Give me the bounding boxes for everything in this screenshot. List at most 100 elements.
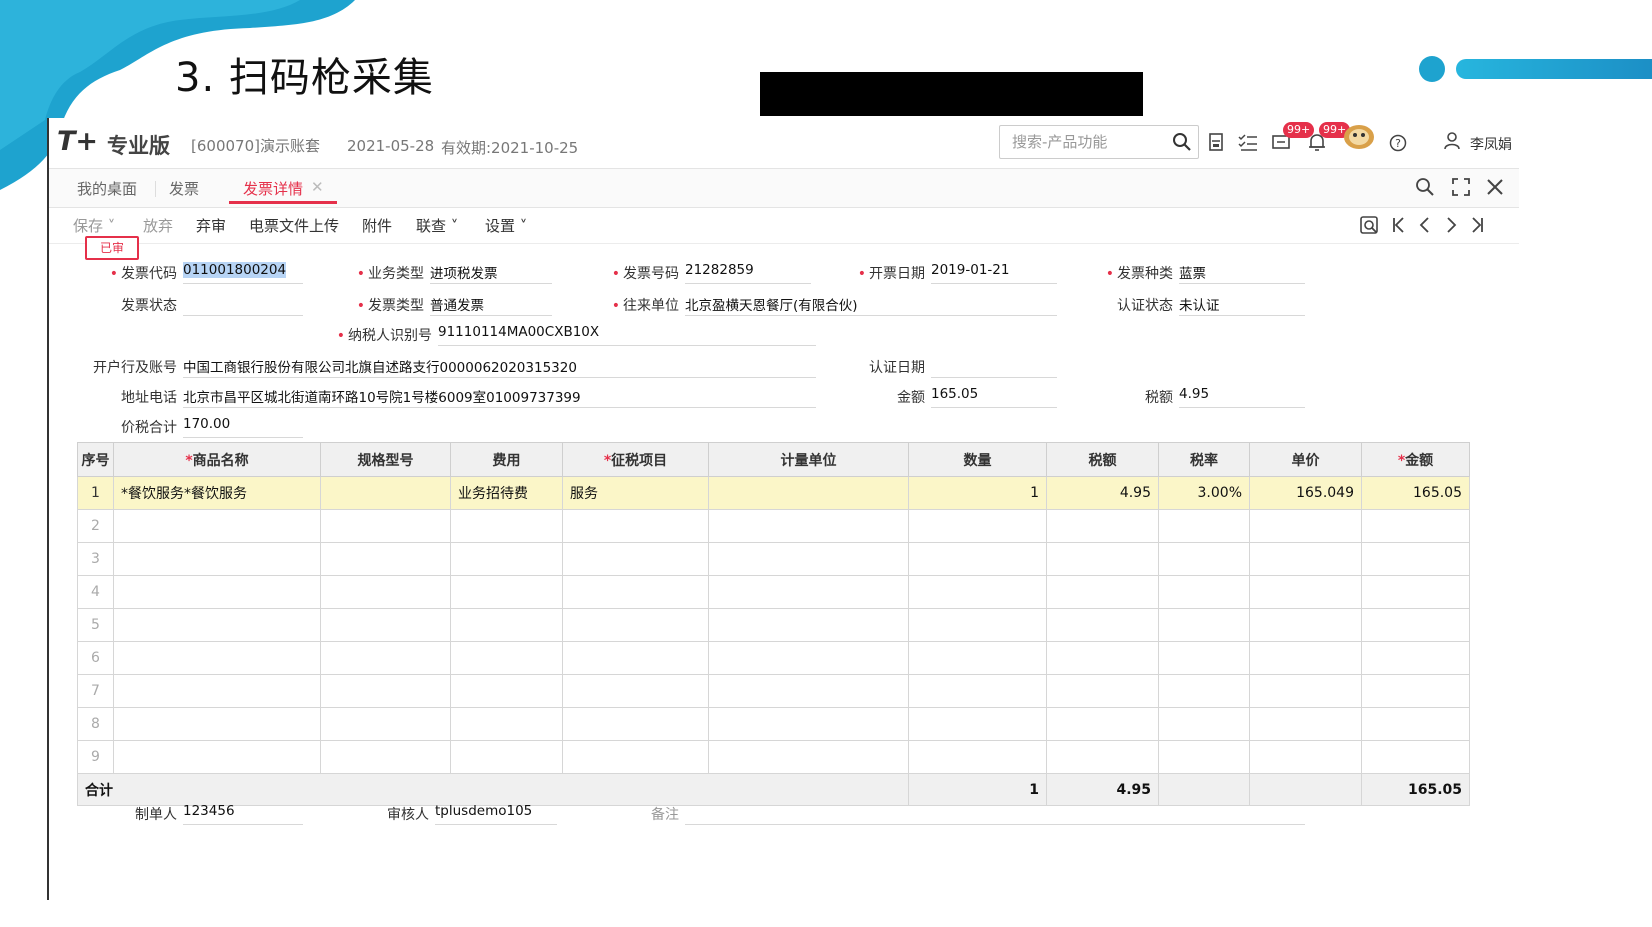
cert-status-field[interactable]: 认证状态 未认证 — [1117, 292, 1305, 316]
column-header-rate[interactable]: 税率 — [1158, 442, 1250, 477]
fullscreen-icon[interactable] — [1451, 177, 1471, 201]
close-icon[interactable] — [1485, 177, 1505, 201]
invoice-code-value: 011001800204 — [183, 262, 287, 278]
settings-button[interactable]: 设置 ˅ — [485, 215, 527, 236]
first-record-icon[interactable] — [1391, 215, 1407, 239]
tplus-logo: T+ — [57, 126, 99, 157]
table-row[interactable]: 8 — [77, 707, 1470, 741]
table-row[interactable]: 3 — [77, 542, 1470, 576]
invoice-lines-table: 序号 *商品名称 规格型号 费用 *征税项目 计量单位 数量 税额 税率 单价 … — [77, 442, 1470, 806]
taxpayer-id-field[interactable]: • 纳税人识别号 91110114MA00CXB10X — [337, 322, 816, 346]
column-header-spec[interactable]: 规格型号 — [320, 442, 451, 477]
upload-einvoice-button[interactable]: 电票文件上传 — [249, 215, 339, 236]
cell-spec[interactable] — [320, 476, 451, 510]
row-index: 4 — [77, 575, 114, 609]
issue-date-field[interactable]: • 开票日期 2019-01-21 — [858, 260, 1057, 284]
tab-invoice-detail[interactable]: 发票详情 — [243, 178, 303, 199]
cell-tax[interactable]: 4.95 — [1046, 476, 1159, 510]
tax-amount-field[interactable]: 税额 4.95 — [1145, 384, 1305, 408]
abandon-button[interactable]: 放弃 — [143, 215, 173, 236]
last-record-icon[interactable] — [1469, 215, 1485, 239]
audited-stamp: 已审 — [85, 236, 139, 260]
column-header-name[interactable]: *商品名称 — [113, 442, 321, 477]
row-index: 3 — [77, 542, 114, 576]
slide-title: 3. 扫码枪采集 — [175, 55, 434, 101]
active-tab-indicator — [229, 201, 337, 204]
user-name[interactable]: 李凤娟 — [1470, 134, 1512, 154]
table-row[interactable]: 1 *餐饮服务*餐饮服务 业务招待费 服务 1 4.95 3.00% 165.0… — [77, 476, 1470, 510]
table-row[interactable]: 7 — [77, 674, 1470, 708]
page-search-icon[interactable] — [1415, 177, 1435, 201]
chevron-down-icon: ˅ — [446, 217, 459, 235]
user-icon[interactable] — [1442, 130, 1462, 154]
column-header-price[interactable]: 单价 — [1249, 442, 1362, 477]
total-with-tax-field[interactable]: 价税合计 170.00 — [121, 414, 303, 438]
column-header-unit[interactable]: 计量单位 — [708, 442, 909, 477]
bank-account-field[interactable]: 开户行及账号 中国工商银行股份有限公司北旗自述路支行00000620203153… — [93, 354, 816, 378]
previous-record-icon[interactable] — [1417, 215, 1433, 239]
cell-rate[interactable]: 3.00% — [1158, 476, 1250, 510]
amount-field[interactable]: 金额 165.05 — [897, 384, 1057, 408]
total-amount: 165.05 — [1361, 773, 1470, 806]
tab-my-desktop[interactable]: 我的桌面 — [77, 178, 137, 199]
search-icon[interactable] — [1172, 132, 1192, 156]
tab-invoice[interactable]: 发票 — [169, 178, 199, 199]
cell-price[interactable]: 165.049 — [1249, 476, 1362, 510]
search-input[interactable] — [1010, 126, 1164, 158]
row-index: 5 — [77, 608, 114, 642]
row-index: 8 — [77, 707, 114, 741]
chevron-down-icon: ˅ — [515, 217, 528, 235]
address-phone-field[interactable]: 地址电话 北京市昌平区城北街道南环路10号院1号楼6009室0100973739… — [121, 384, 816, 408]
cell-name[interactable]: *餐饮服务*餐饮服务 — [113, 476, 321, 510]
auditor-field[interactable]: 审核人 tplusdemo105 — [387, 801, 557, 825]
login-date: 2021-05-28 — [347, 137, 435, 155]
invoice-kind-field[interactable]: • 发票种类 蓝票 — [1106, 260, 1305, 284]
table-row[interactable]: 2 — [77, 509, 1470, 543]
top-bar: T+ 专业版 [600070]演示账套 2021-05-28 有效期:2021-… — [49, 118, 1519, 168]
search-box — [999, 125, 1199, 159]
invoice-status-field[interactable]: 发票状态 — [121, 292, 303, 316]
table-header-row: 序号 *商品名称 规格型号 费用 *征税项目 计量单位 数量 税额 税率 单价 … — [77, 442, 1470, 477]
column-header-qty[interactable]: 数量 — [908, 442, 1047, 477]
column-header-tax-item[interactable]: *征税项目 — [562, 442, 709, 477]
row-index: 2 — [77, 509, 114, 543]
app-window: T+ 专业版 [600070]演示账套 2021-05-28 有效期:2021-… — [47, 118, 1519, 900]
column-header-tax[interactable]: 税额 — [1046, 442, 1159, 477]
unaudit-button[interactable]: 弃审 — [196, 215, 226, 236]
cell-expense[interactable]: 业务招待费 — [450, 476, 563, 510]
row-index: 1 — [77, 476, 114, 510]
tab-close-icon[interactable]: ✕ — [311, 178, 324, 196]
help-icon[interactable]: ? — [1389, 134, 1407, 156]
attachment-button[interactable]: 附件 — [362, 215, 392, 236]
business-type-field[interactable]: • 业务类型 进项税发票 — [357, 260, 552, 284]
table-row[interactable]: 6 — [77, 641, 1470, 675]
table-row[interactable]: 4 — [77, 575, 1470, 609]
invoice-number-field[interactable]: • 发票号码 21282859 — [612, 260, 811, 284]
row-index: 7 — [77, 674, 114, 708]
next-record-icon[interactable] — [1443, 215, 1459, 239]
account-label[interactable]: [600070]演示账套 — [191, 135, 320, 156]
cell-tax-item[interactable]: 服务 — [562, 476, 709, 510]
cell-qty[interactable]: 1 — [908, 476, 1047, 510]
cert-date-field[interactable]: 认证日期 — [869, 354, 1057, 378]
scan-search-icon[interactable] — [1359, 215, 1379, 239]
table-row[interactable]: 9 — [77, 740, 1470, 774]
column-header-expense[interactable]: 费用 — [450, 442, 563, 477]
row-index: 6 — [77, 641, 114, 675]
invoice-type-field[interactable]: • 发票类型 普通发票 — [357, 292, 552, 316]
calculator-icon[interactable] — [1207, 132, 1225, 156]
column-header-amount[interactable]: *金额 — [1361, 442, 1470, 477]
linked-query-button[interactable]: 联查 ˅ — [416, 215, 458, 236]
svg-text:?: ? — [1395, 137, 1401, 150]
cell-amount[interactable]: 165.05 — [1361, 476, 1470, 510]
invoice-code-field[interactable]: • 发票代码 011001800204 — [110, 260, 303, 284]
table-row[interactable]: 5 — [77, 608, 1470, 642]
maker-field[interactable]: 制单人 123456 — [135, 801, 303, 825]
chevron-down-icon: ˅ — [103, 217, 116, 235]
task-list-icon[interactable] — [1237, 132, 1259, 156]
counterparty-field[interactable]: • 往来单位 北京盈横天恩餐厅(有限合伙) — [612, 292, 1057, 316]
cell-unit[interactable] — [708, 476, 909, 510]
remark-field[interactable]: 备注 — [651, 801, 1305, 825]
mascot-icon[interactable] — [1341, 122, 1377, 156]
save-button[interactable]: 保存 ˅ — [73, 215, 115, 236]
